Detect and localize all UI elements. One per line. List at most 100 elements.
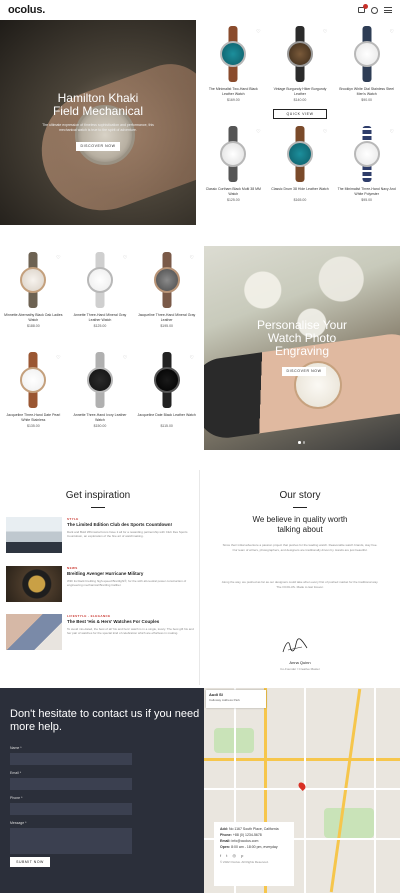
email-field[interactable] [10, 778, 132, 790]
twitter-icon[interactable]: t [226, 853, 229, 858]
post-category[interactable]: LIFESTYLE · ELEGANCE [67, 614, 196, 618]
product-card[interactable]: ♡ Jacqueline Three-Hand Date Pearl White… [0, 350, 67, 450]
facebook-icon[interactable]: f [220, 853, 223, 858]
wishlist-icon[interactable]: ♡ [256, 29, 260, 35]
watch-dial [86, 267, 113, 293]
wishlist-icon[interactable]: ♡ [390, 129, 394, 135]
section-divider [199, 470, 200, 685]
product-name[interactable]: Jacqueline Three-Hand Date Pearl White S… [0, 413, 67, 422]
product-card[interactable]: ♡ Vintage Burgundy Hiker Burgundy Leathe… [267, 24, 334, 124]
hero-title: Hamilton Khaki Field Mechanical [52, 91, 144, 118]
wishlist-icon[interactable]: ♡ [123, 355, 127, 361]
address-label: Add: [220, 827, 228, 831]
menu-icon[interactable] [384, 7, 392, 13]
watch-dial [20, 367, 47, 393]
cart-badge [363, 4, 368, 9]
open-value: 8:00 am - 18:00 pm, everyday [231, 845, 278, 849]
hero-text: The ultimate expression of timeless soph… [42, 123, 154, 132]
pinterest-icon[interactable]: p [241, 853, 245, 858]
header-icons [358, 4, 392, 14]
post-excerpt: Dark and Bold Whimsical Icons have it al… [67, 529, 188, 538]
blog-post[interactable]: STYLE The Limited Edition Club des Sport… [6, 517, 196, 557]
phone-label: Phone * [10, 796, 23, 800]
post-category[interactable]: NEWS [67, 566, 196, 570]
watch-dial [353, 41, 380, 67]
quick-view-button[interactable]: QUICK VIEW [273, 109, 327, 119]
wishlist-icon[interactable]: ♡ [190, 355, 194, 361]
wishlist-icon[interactable]: ♡ [323, 129, 327, 135]
product-card[interactable]: ♡ The Minimalist Two-Hand Black Leather … [200, 24, 267, 124]
submit-button[interactable]: SUBMIT NOW [10, 857, 50, 867]
social-icons: f t ◎ p [220, 853, 288, 858]
product-card[interactable]: ♡ Classic Cortham Black Multi 38 MM Watc… [200, 124, 267, 224]
product-name[interactable]: Annette Three-Hand Ivory Leather Watch [67, 413, 134, 422]
wishlist-icon[interactable]: ♡ [190, 255, 194, 261]
phone-label: Phone: [220, 833, 232, 837]
open-row: Open: 8:00 am - 18:00 pm, everyday [220, 844, 288, 850]
blog-post[interactable]: NEWS Breitling Avenger Hurricane Militar… [6, 566, 196, 606]
post-category[interactable]: STYLE [67, 517, 196, 521]
product-name[interactable]: Brooklyn White Dial Stainless Steel Men'… [333, 87, 400, 96]
email-value[interactable]: info@ocolus.com [232, 839, 259, 843]
product-name[interactable]: Classic Cortham Black Multi 38 MM Watch [200, 187, 267, 196]
product-price: $188.00 [27, 324, 40, 328]
slider-dot[interactable] [302, 441, 305, 444]
product-name[interactable]: Annette Three-Hand Mineral Gray Leather … [67, 313, 134, 322]
name-field[interactable] [10, 753, 132, 765]
post-image[interactable] [6, 614, 62, 650]
post-title[interactable]: Breitling Avenger Hurricane Military [67, 571, 196, 577]
map-road [304, 688, 306, 893]
email-label: Email: [220, 839, 231, 843]
product-card[interactable]: ♡ Jacqueline Three-Hand Mineral Gray Lea… [133, 250, 200, 350]
phone-field[interactable] [10, 803, 132, 815]
slider-dot[interactable] [298, 441, 301, 444]
product-name[interactable]: Minnette Abernathy Black Oak Ladies Watc… [0, 313, 67, 322]
message-field[interactable] [10, 828, 132, 854]
wishlist-icon[interactable]: ♡ [123, 255, 127, 261]
phone-value[interactable]: +88 (0) 1234-5678 [233, 833, 262, 837]
post-image[interactable] [6, 566, 62, 602]
name-label: Name * [10, 746, 22, 750]
site-logo[interactable]: ocolus. [8, 4, 45, 16]
wishlist-icon[interactable]: ♡ [56, 355, 60, 361]
hero-discover-button[interactable]: DISCOVER NOW [76, 142, 120, 151]
watch-dial [353, 141, 380, 167]
site-header: ocolus. [0, 0, 400, 20]
product-name[interactable]: Jacqueline Three-Hand Mineral Gray Leath… [133, 313, 200, 322]
product-name[interactable]: Vintage Burgundy Hiker Burgundy Leather [267, 87, 334, 96]
product-name[interactable]: Classic Drum 38 Hide Leather Watch [267, 187, 334, 196]
post-title[interactable]: The Best 'His & Hers' Watches For Couple… [67, 619, 196, 625]
map-place-subtitle: Calloway Address Park [209, 698, 240, 702]
product-card[interactable]: ♡ Classic Drum 38 Hide Leather Watch $16… [267, 124, 334, 224]
product-price: $135.00 [27, 424, 40, 428]
product-price: $125.00 [93, 324, 107, 328]
wishlist-icon[interactable]: ♡ [390, 29, 394, 35]
product-name[interactable]: The Minimalist Two-Hand Black Leather Wa… [200, 87, 267, 96]
product-price: $95.00 [361, 198, 373, 202]
product-card[interactable]: ♡ The Minimalist Three-Hand Navy And Whi… [333, 124, 400, 224]
post-title[interactable]: The Limited Edition Club des Sports Coun… [67, 522, 196, 528]
map-place-card[interactable]: Audi SI Calloway Address Park [206, 690, 266, 708]
post-excerpt: To avoid mis-dated, the best of all 'his… [67, 626, 194, 635]
wishlist-icon[interactable]: ♡ [56, 255, 60, 261]
wishlist-icon[interactable]: ♡ [256, 129, 260, 135]
watch-dial [286, 41, 313, 67]
instagram-icon[interactable]: ◎ [233, 853, 239, 858]
blog-post[interactable]: LIFESTYLE · ELEGANCE The Best 'His & Her… [6, 614, 196, 654]
product-card[interactable]: ♡ Annette Three-Hand Mineral Gray Leathe… [67, 250, 134, 350]
product-card[interactable]: ♡ Brooklyn White Dial Stainless Steel Me… [333, 24, 400, 124]
message-label: Message * [10, 821, 27, 825]
product-price: $90.00 [361, 98, 373, 102]
product-card[interactable]: ♡ Jacqueline Date Black Leather Watch $1… [133, 350, 200, 450]
signature-image [282, 638, 308, 653]
post-image[interactable] [6, 517, 62, 553]
wishlist-icon[interactable]: ♡ [323, 29, 327, 35]
hero-discover-button[interactable]: DISCOVER NOW [282, 367, 326, 376]
watch-dial [153, 367, 180, 393]
product-name[interactable]: The Minimalist Three-Hand Navy And White… [333, 187, 400, 196]
product-name[interactable]: Jacqueline Date Black Leather Watch [133, 413, 200, 422]
cart-icon[interactable] [358, 4, 368, 13]
product-card[interactable]: ♡ Annette Three-Hand Ivory Leather Watch… [67, 350, 134, 450]
search-icon[interactable] [371, 6, 378, 14]
product-card[interactable]: ♡ Minnette Abernathy Black Oak Ladies Wa… [0, 250, 67, 350]
